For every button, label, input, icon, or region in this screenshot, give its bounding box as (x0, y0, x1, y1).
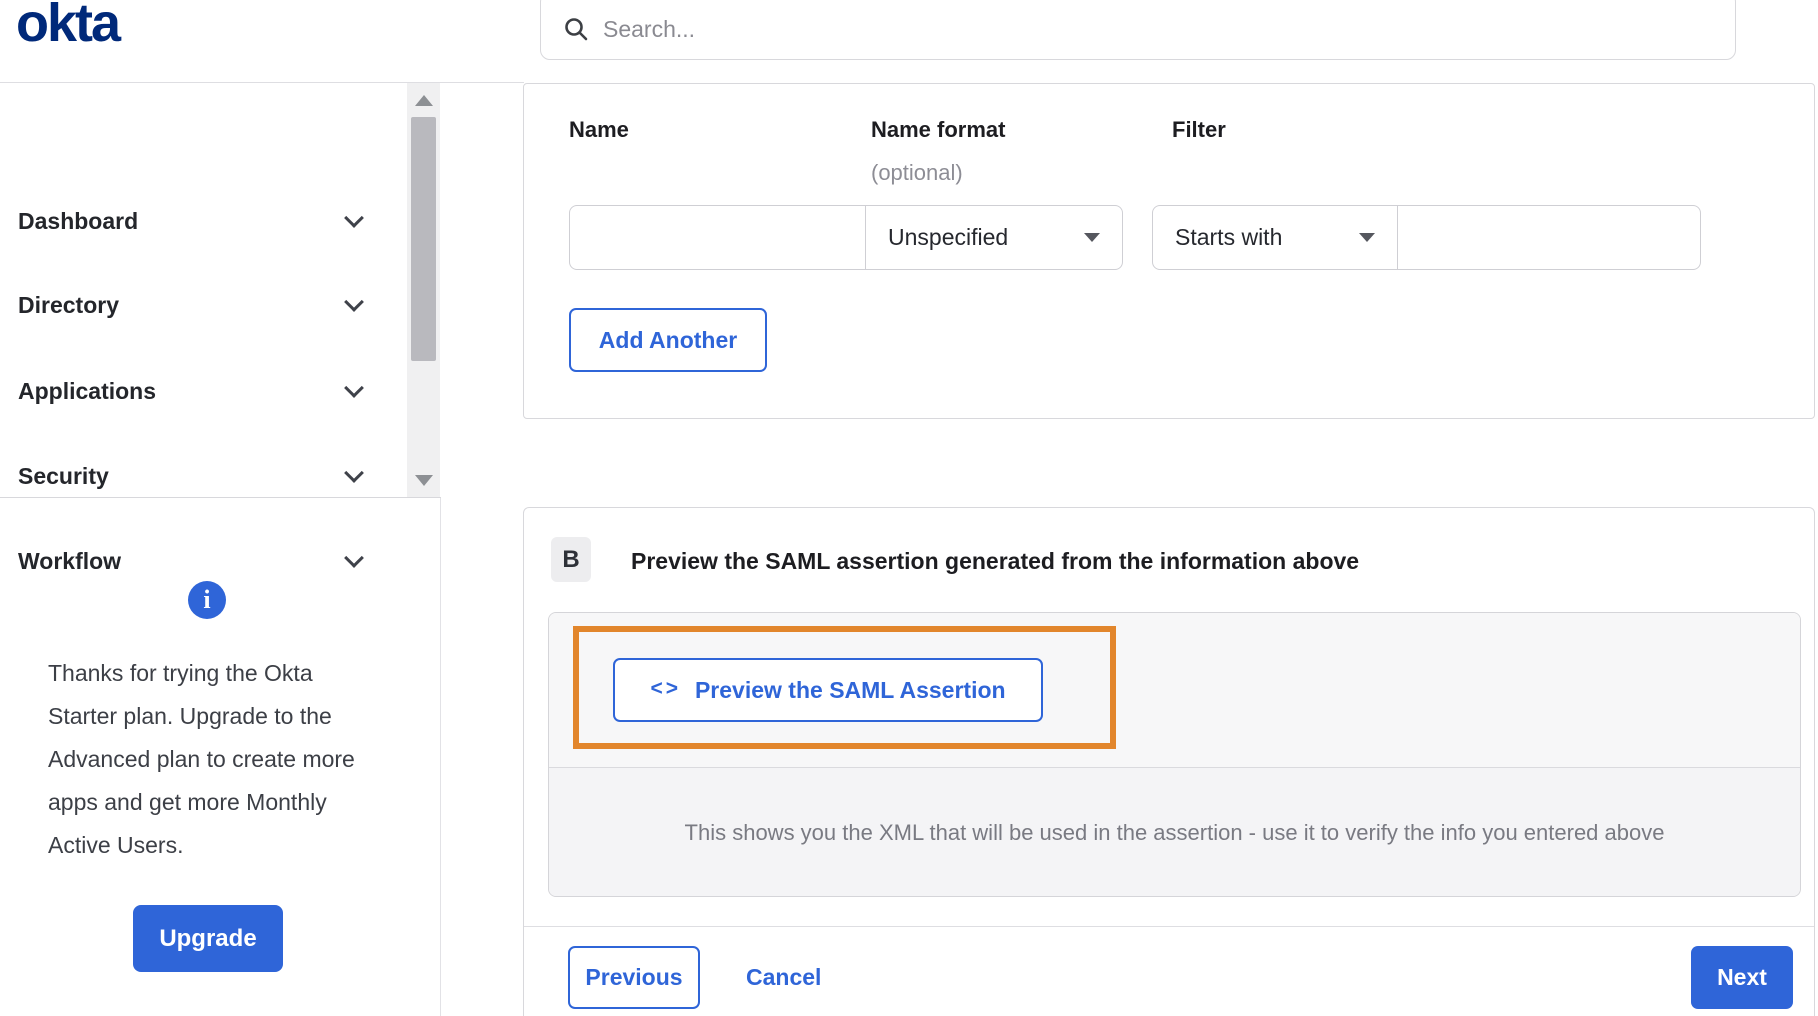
sidebar-nav: Dashboard Directory Applications Securit… (0, 83, 441, 574)
code-icon: <> (650, 677, 681, 700)
sidebar-item-dashboard[interactable]: Dashboard (0, 195, 407, 247)
scroll-down-button[interactable] (407, 465, 440, 495)
promo-message: Thanks for trying the Okta Starter plan.… (48, 660, 355, 858)
chevron-down-icon (344, 208, 364, 228)
sidebar-item-label: Dashboard (18, 207, 139, 234)
sidebar-item-label: Workflow (18, 547, 122, 574)
cancel-link[interactable]: Cancel (746, 946, 821, 1009)
global-search[interactable] (540, 0, 1736, 60)
filter-type-value: Starts with (1175, 224, 1283, 250)
preview-saml-assertion-button[interactable]: <> Preview the SAML Assertion (613, 658, 1043, 722)
search-input[interactable] (603, 15, 1715, 43)
dropdown-caret-icon (1359, 233, 1375, 242)
info-icon: i (188, 581, 226, 619)
upgrade-button[interactable]: Upgrade (133, 905, 283, 972)
preview-button-area: <> Preview the SAML Assertion (549, 613, 1800, 768)
next-button[interactable]: Next (1691, 946, 1793, 1009)
filter-type-dropdown[interactable]: Starts with (1152, 205, 1398, 270)
add-another-button[interactable]: Add Another (569, 308, 767, 372)
chevron-down-icon (344, 548, 364, 568)
scroll-up-button[interactable] (407, 85, 440, 115)
sidebar-item-directory[interactable]: Directory (0, 279, 407, 331)
attribute-name-input[interactable] (569, 205, 866, 270)
sidebar-scrollbar[interactable] (407, 83, 440, 497)
scroll-down-icon (414, 474, 433, 486)
optional-note: (optional) (871, 160, 963, 185)
name-column-label: Name (569, 117, 629, 142)
filter-value-input[interactable] (1397, 205, 1701, 270)
step-b-badge: B (551, 537, 591, 582)
preview-panel: <> Preview the SAML Assertion This shows… (548, 612, 1801, 897)
sidebar-item-workflow[interactable]: Workflow (0, 535, 407, 587)
preview-button-label: Preview the SAML Assertion (694, 676, 1006, 703)
attribute-statements-card: Name Name format (optional) Filter Unspe… (523, 83, 1815, 419)
scrollbar-thumb[interactable] (411, 117, 436, 361)
sidebar-item-applications[interactable]: Applications (0, 365, 407, 417)
chevron-down-icon (344, 378, 364, 398)
name-format-dropdown[interactable]: Unspecified (865, 205, 1123, 270)
footer-divider (524, 926, 1814, 927)
sidebar-item-label: Applications (18, 377, 157, 404)
chevron-down-icon (344, 292, 364, 312)
dropdown-caret-icon (1084, 233, 1100, 242)
sidebar-item-label: Security (18, 462, 109, 489)
okta-logo: okta (16, 0, 121, 53)
preview-assertion-card: B Preview the SAML assertion generated f… (523, 507, 1815, 1016)
preview-description-area: This shows you the XML that will be used… (549, 768, 1800, 896)
sidebar-item-label: Directory (18, 291, 119, 318)
name-format-value: Unspecified (888, 224, 1009, 250)
okta-admin-wizard-page: okta Dashboard Directory Applications Se… (0, 0, 1818, 1016)
scroll-up-icon (414, 94, 433, 106)
previous-button[interactable]: Previous (568, 946, 700, 1009)
search-icon (563, 16, 589, 42)
name-format-column-label: Name format (871, 117, 1006, 142)
sidebar-item-security[interactable]: Security (0, 450, 407, 502)
filter-column-label: Filter (1172, 117, 1226, 142)
section-title: Preview the SAML assertion generated fro… (631, 548, 1360, 574)
preview-description: This shows you the XML that will be used… (684, 819, 1665, 845)
chevron-down-icon (344, 463, 364, 483)
